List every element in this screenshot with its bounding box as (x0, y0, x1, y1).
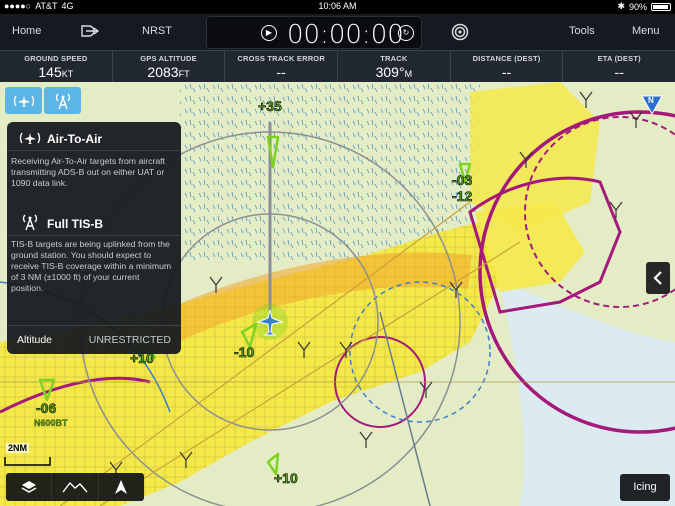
traffic-status-popover: Air-To-Air Receiving Air-To-Air targets … (7, 122, 181, 354)
menu-button[interactable]: Menu (632, 25, 660, 37)
chevron-left-icon (653, 271, 662, 285)
track-up-button[interactable] (99, 473, 144, 501)
nrst-button[interactable]: NRST (142, 25, 172, 37)
timer-play-icon[interactable]: ▶ (261, 25, 277, 41)
instrument-distance-dest[interactable]: DISTANCE (DEST) -- (451, 51, 564, 82)
layers-button[interactable] (6, 473, 53, 501)
map-scale: 2NM (2, 443, 54, 469)
tools-button[interactable]: Tools (569, 25, 595, 37)
timer-value: 00:00:00 (287, 20, 404, 50)
air-to-air-icon (19, 132, 41, 144)
popover-divider (7, 325, 181, 326)
bluetooth-icon: ✱ (617, 1, 625, 11)
instrument-eta-dest[interactable]: ETA (DEST) -- (563, 51, 675, 82)
battery-icon (651, 2, 671, 11)
north-indicator-icon[interactable]: N (640, 94, 664, 116)
tis-b-button[interactable] (44, 87, 81, 114)
traffic-label-minus06: -06 (36, 400, 57, 417)
traffic-label-minus12: -12 (452, 188, 473, 205)
air-to-air-description: Receiving Air-To-Air targets from aircra… (11, 156, 166, 188)
synthetic-view-button[interactable] (52, 473, 99, 501)
direct-to-icon (81, 25, 100, 37)
air-to-air-title: Air-To-Air (47, 132, 103, 146)
icing-button[interactable]: Icing (620, 474, 670, 501)
traffic-label-plus10b: +10 (274, 470, 298, 487)
timer-reset-icon[interactable]: ↻ (398, 25, 414, 41)
timer: ▶ 00:00:00 ↻ (206, 16, 422, 50)
tis-b-description: TIS-B targets are being uplinked from th… (11, 239, 172, 293)
radio-tower-icon (55, 93, 70, 109)
layers-icon (21, 481, 37, 493)
traffic-tail-n600bt: N600BT (34, 418, 68, 428)
traffic-filter-buttons (5, 87, 81, 114)
svg-text:↓: ↓ (288, 127, 292, 136)
instrument-gps-altitude[interactable]: GPS ALTITUDE 2083FT (113, 51, 226, 82)
track-up-arrow-icon (115, 480, 128, 494)
air-to-air-button[interactable] (5, 87, 42, 114)
status-bar: ●●●●○ AT&T 4G 10:06 AM ✱ 90% (0, 0, 675, 14)
side-drawer-button[interactable] (646, 262, 670, 294)
tis-b-title: Full TIS-B (47, 217, 103, 231)
instrument-panel[interactable]: GROUND SPEED 145KT GPS ALTITUDE 2083FT C… (0, 50, 675, 82)
popover-divider (7, 235, 181, 236)
terrain-view-icon (62, 481, 88, 493)
popover-divider (7, 150, 181, 151)
instrument-cross-track-error[interactable]: CROSS TRACK ERROR -- (225, 51, 339, 82)
traffic-label-plus35: +35 (258, 98, 282, 115)
battery-percent: 90% (628, 1, 647, 12)
radio-tower-icon (22, 214, 38, 231)
direct-to-button[interactable] (80, 23, 100, 42)
north-label: N (648, 96, 654, 105)
status-time: 10:06 AM (318, 1, 357, 11)
altitude-filter-value[interactable]: UNRESTRICTED (89, 334, 171, 346)
map-bottom-controls (6, 473, 144, 501)
air-to-air-icon (13, 95, 34, 107)
altitude-filter-label[interactable]: Altitude (17, 334, 52, 346)
instrument-ground-speed[interactable]: GROUND SPEED 145KT (0, 51, 113, 82)
instrument-track[interactable]: TRACK 309°M (338, 51, 451, 82)
home-button[interactable]: Home (12, 25, 41, 37)
ads-b-receiver-icon[interactable] (451, 23, 469, 41)
traffic-label-minus10: -10 (234, 344, 255, 361)
traffic-label-minus03: -03 (452, 172, 473, 189)
top-nav: Home NRST ▶ 00:00:00 ↻ Tools Menu (0, 14, 675, 50)
